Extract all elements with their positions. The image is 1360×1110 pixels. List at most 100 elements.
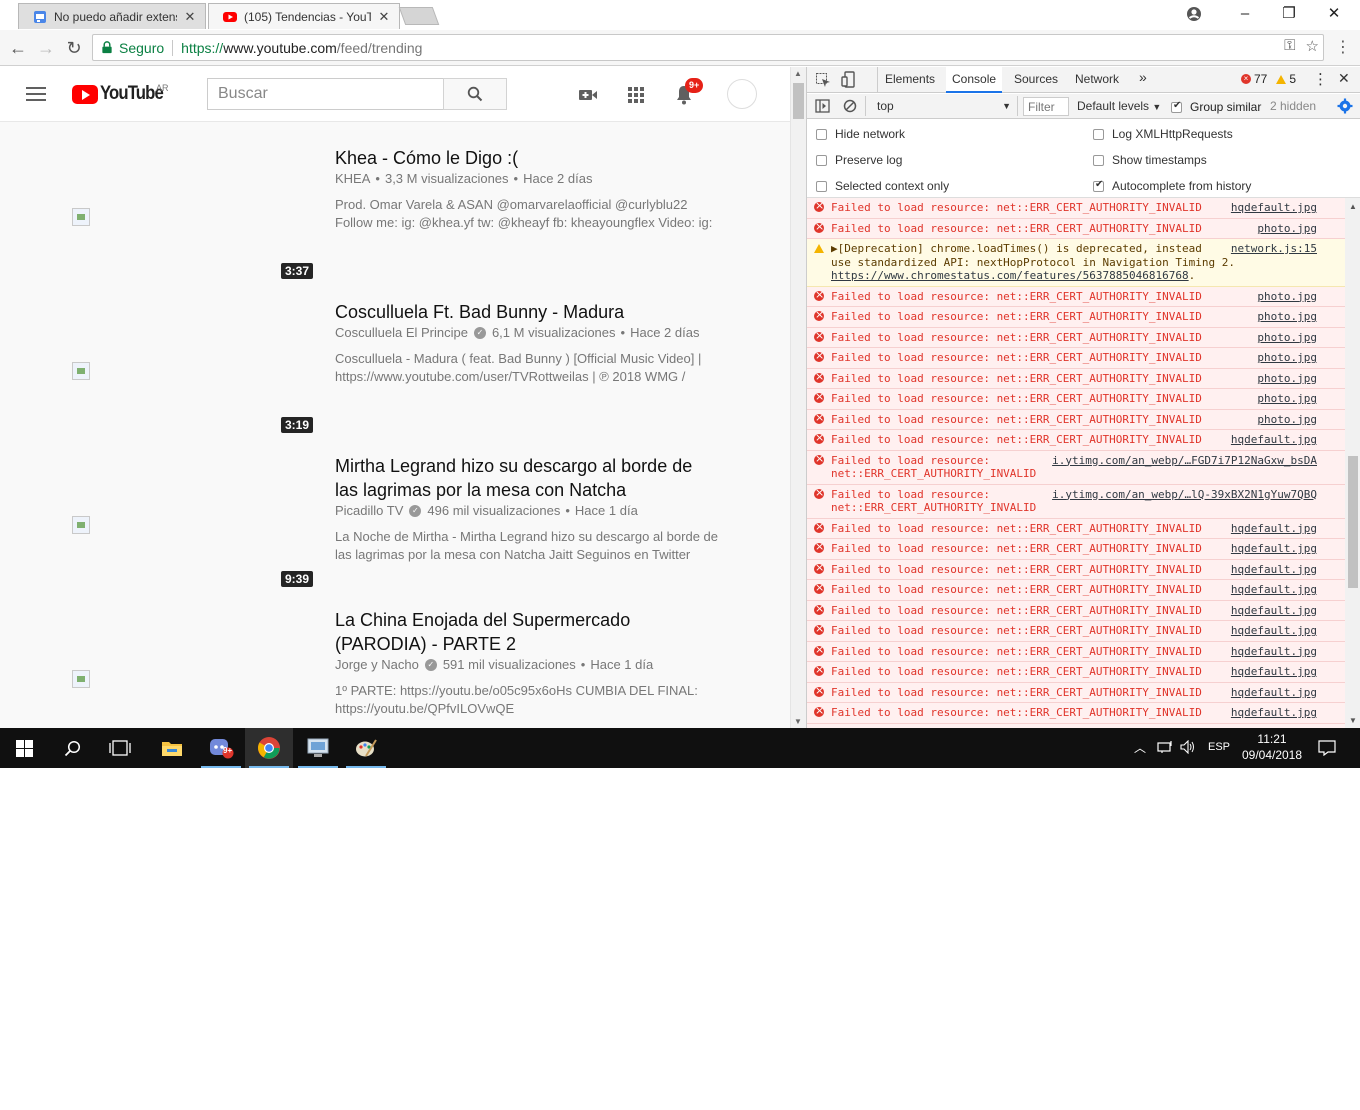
new-tab-button[interactable]	[398, 7, 440, 25]
network-icon[interactable]	[1157, 740, 1173, 754]
console-error-message[interactable]: Failed to load resource: net::ERR_CERT_A…	[807, 580, 1345, 601]
input-language[interactable]: ESP	[1208, 741, 1230, 753]
preserve-log-option[interactable]: Preserve log	[816, 153, 902, 167]
console-source-link[interactable]: photo.jpg	[1253, 412, 1317, 426]
close-tab-icon[interactable]: ✕	[377, 9, 391, 25]
system-clock[interactable]: 11:21 09/04/2018	[1238, 731, 1306, 763]
console-source-link[interactable]: hqdefault.jpg	[1226, 706, 1317, 720]
close-window-icon[interactable]: ✕	[1311, 2, 1357, 26]
console-source-link[interactable]: photo.jpg	[1253, 351, 1317, 365]
action-center-icon[interactable]	[1318, 740, 1336, 756]
inspect-element-icon[interactable]	[815, 72, 831, 88]
broken-image-icon[interactable]	[72, 362, 90, 380]
console-error-message[interactable]: Failed to load resource: net::ERR_CERT_A…	[807, 641, 1345, 662]
console-error-message[interactable]: Failed to load resource: net::ERR_CERT_A…	[807, 600, 1345, 621]
taskbar-control-panel[interactable]	[294, 728, 342, 768]
hide-network-checkbox[interactable]	[816, 128, 827, 140]
video-item[interactable]: Cosculluela Ft. Bad Bunny - Madura Coscu…	[0, 289, 790, 443]
show-timestamps-checkbox[interactable]	[1093, 154, 1104, 166]
console-error-message[interactable]: Failed to load resource: net::ERR_CERT_A…	[807, 518, 1345, 539]
console-error-message[interactable]: Failed to load resource: net::ERR_CERT_A…	[807, 218, 1345, 239]
search-input[interactable]	[207, 78, 443, 110]
channel-name[interactable]: Picadillo TV	[335, 503, 403, 518]
console-source-link[interactable]: photo.jpg	[1253, 392, 1317, 406]
group-similar-checkbox[interactable]	[1171, 100, 1182, 113]
tab-sources[interactable]: Sources	[1014, 72, 1058, 86]
log-xhr-checkbox[interactable]	[1093, 128, 1104, 140]
console-source-link[interactable]: hqdefault.jpg	[1226, 521, 1317, 535]
console-source-link[interactable]: i.ytimg.com/an_webp/…lQ-39xBX2N1gYuw7QBQ	[1048, 487, 1317, 501]
hide-network-option[interactable]: Hide network	[816, 127, 905, 141]
browser-tab-community[interactable]: No puedo añadir extensiones ✕	[18, 3, 206, 29]
youtube-logo[interactable]: YouTube AR	[72, 83, 171, 105]
console-source-link[interactable]: photo.jpg	[1253, 310, 1317, 324]
sidebar-toggle-icon[interactable]	[815, 99, 830, 113]
console-source-link[interactable]: photo.jpg	[1253, 330, 1317, 344]
preserve-log-checkbox[interactable]	[816, 154, 827, 166]
account-avatar[interactable]	[727, 79, 757, 109]
clear-console-icon[interactable]	[843, 99, 857, 113]
volume-icon[interactable]	[1180, 740, 1196, 754]
upload-video-icon[interactable]	[576, 83, 600, 107]
console-source-link[interactable]: hqdefault.jpg	[1226, 201, 1317, 215]
restore-window-icon[interactable]: ❐	[1266, 2, 1312, 26]
console-error-message[interactable]: Failed to load resource: net::ERR_CERT_A…	[807, 484, 1345, 519]
console-error-message[interactable]: Failed to load resource: net::ERR_CERT_A…	[807, 198, 1345, 219]
log-levels-dropdown[interactable]: Default levels ▼	[1077, 99, 1161, 113]
page-scrollbar[interactable]: ▲ ▼	[790, 67, 806, 728]
console-source-link[interactable]: hqdefault.jpg	[1226, 685, 1317, 699]
console-error-message[interactable]: Failed to load resource: net::ERR_CERT_A…	[807, 368, 1345, 389]
console-error-message[interactable]: Failed to load resource: net::ERR_CERT_A…	[807, 327, 1345, 348]
console-error-message[interactable]: Failed to load resource: net::ERR_CERT_A…	[807, 430, 1345, 451]
console-source-link[interactable]: network.js:15	[1226, 242, 1317, 256]
tab-network[interactable]: Network	[1075, 72, 1119, 86]
task-view-button[interactable]	[96, 728, 144, 768]
scrollbar-thumb[interactable]	[1348, 456, 1358, 588]
console-error-message[interactable]: Failed to load resource: net::ERR_CERT_A…	[807, 621, 1345, 642]
hamburger-menu-icon[interactable]	[26, 87, 46, 101]
console-source-link[interactable]: hqdefault.jpg	[1226, 583, 1317, 597]
console-scrollbar[interactable]: ▲ ▼	[1345, 198, 1360, 728]
console-settings-gear-icon[interactable]	[1337, 98, 1353, 114]
search-button[interactable]	[443, 78, 507, 110]
device-toolbar-icon[interactable]	[841, 71, 857, 89]
console-filter-input[interactable]	[1023, 97, 1069, 116]
reload-icon[interactable]: ↻	[62, 36, 86, 60]
back-arrow-icon[interactable]: ←	[6, 36, 30, 60]
console-source-link[interactable]: photo.jpg	[1253, 289, 1317, 303]
console-source-link[interactable]: photo.jpg	[1253, 221, 1317, 235]
video-item[interactable]: Khea - Cómo le Digo :( KHEA • 3,3 M visu…	[0, 135, 790, 289]
close-devtools-icon[interactable]: ✕	[1338, 70, 1350, 87]
autocomplete-checkbox[interactable]	[1093, 179, 1104, 192]
console-source-link[interactable]: hqdefault.jpg	[1226, 542, 1317, 556]
log-xhr-option[interactable]: Log XMLHttpRequests	[1093, 127, 1233, 141]
console-source-link[interactable]: i.ytimg.com/an_webp/…FGD7i7P12NaGxw_bsDA	[1048, 453, 1317, 467]
console-error-message[interactable]: Failed to load resource: net::ERR_CERT_A…	[807, 703, 1345, 724]
start-button[interactable]	[0, 728, 48, 768]
context-selector[interactable]: top ▼	[871, 97, 1011, 115]
show-timestamps-option[interactable]: Show timestamps	[1093, 153, 1207, 167]
console-source-link[interactable]: hqdefault.jpg	[1226, 562, 1317, 576]
devtools-menu-icon[interactable]: ⋮	[1313, 70, 1328, 88]
console-source-link[interactable]: hqdefault.jpg	[1226, 603, 1317, 617]
scroll-up-arrow-icon[interactable]: ▲	[794, 69, 802, 78]
video-title[interactable]: La China Enojada del Supermercado (PAROD…	[335, 608, 705, 656]
video-item[interactable]: Mirtha Legrand hizo su descargo al borde…	[0, 443, 790, 597]
console-error-message[interactable]: Failed to load resource: net::ERR_CERT_A…	[807, 450, 1345, 485]
video-title[interactable]: Mirtha Legrand hizo su descargo al borde…	[335, 454, 705, 502]
video-title[interactable]: Khea - Cómo le Digo :(	[335, 146, 705, 170]
channel-name[interactable]: Jorge y Nacho	[335, 657, 419, 672]
console-warning-message[interactable]: ▶[Deprecation] chrome.loadTimes() is dep…	[807, 239, 1345, 287]
forward-arrow-icon[interactable]: →	[34, 36, 58, 60]
console-error-message[interactable]: Failed to load resource: net::ERR_CERT_A…	[807, 307, 1345, 328]
taskbar-file-explorer[interactable]	[148, 728, 196, 768]
issue-counter[interactable]: × 77 5	[1241, 72, 1296, 86]
group-similar-toggle[interactable]: Group similar	[1171, 100, 1261, 114]
autocomplete-option[interactable]: Autocomplete from history	[1093, 179, 1251, 193]
selected-context-option[interactable]: Selected context only	[816, 179, 949, 193]
console-error-message[interactable]: Failed to load resource: net::ERR_CERT_A…	[807, 389, 1345, 410]
browser-tab-youtube[interactable]: (105) Tendencias - YouTube ✕	[208, 3, 400, 29]
key-icon[interactable]: ⚿	[1284, 37, 1295, 55]
address-bar[interactable]: Seguro https://www.youtube.com/feed/tren…	[92, 34, 1324, 61]
more-tabs-icon[interactable]: »	[1139, 69, 1147, 85]
